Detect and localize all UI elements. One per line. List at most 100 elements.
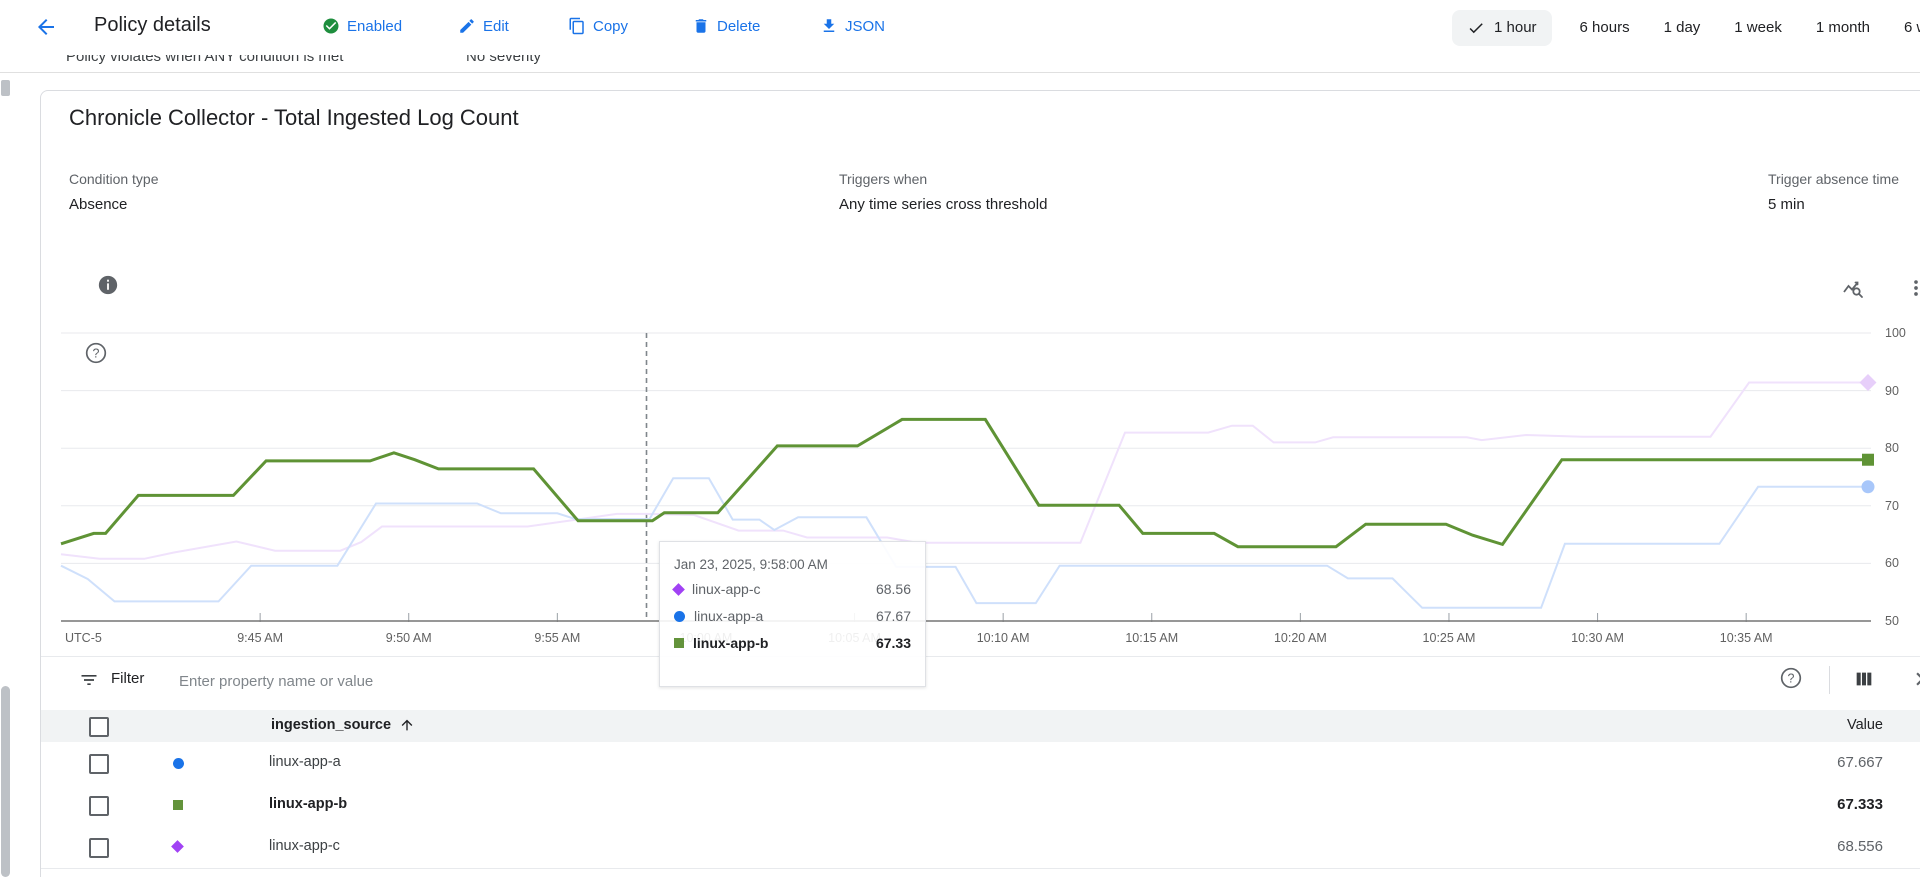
circle-marker-icon bbox=[173, 758, 184, 769]
filter-bar: Filter ? bbox=[41, 656, 1920, 703]
time-range-6-weeks[interactable]: 6 weeks bbox=[1898, 10, 1920, 45]
back-arrow-icon bbox=[38, 19, 54, 35]
table-help-icon[interactable]: ? bbox=[1779, 666, 1803, 690]
series-end-marker-linux-app-c bbox=[1859, 374, 1877, 392]
row-value: 67.667 bbox=[1837, 754, 1883, 771]
tooltip-series-name: linux-app-a bbox=[694, 608, 764, 624]
explore-chart-icon[interactable] bbox=[1841, 277, 1865, 301]
json-button[interactable]: JSON bbox=[820, 17, 885, 35]
timeseries-chart[interactable] bbox=[60, 326, 1877, 626]
status-enabled-button[interactable]: Enabled bbox=[322, 17, 402, 35]
table-row-linux-app-c[interactable]: linux-app-c 68.556 bbox=[41, 826, 1920, 869]
top-bar: Policy details Enabled Edit Copy Delete … bbox=[0, 0, 1920, 55]
page-title: Policy details bbox=[94, 14, 211, 36]
diamond-marker-icon bbox=[171, 840, 184, 853]
edit-button[interactable]: Edit bbox=[458, 17, 509, 35]
filter-icon bbox=[79, 670, 99, 695]
divider bbox=[1829, 666, 1830, 694]
delete-label: Delete bbox=[717, 17, 761, 35]
time-range-1-week[interactable]: 1 week bbox=[1728, 10, 1788, 45]
row-series-name: linux-app-b bbox=[269, 796, 348, 812]
x-tick-label: 9:45 AM bbox=[237, 631, 284, 645]
row-checkbox[interactable] bbox=[89, 754, 109, 774]
time-range-1-day[interactable]: 1 day bbox=[1658, 10, 1707, 45]
condition-title: Chronicle Collector - Total Ingested Log… bbox=[69, 105, 519, 130]
time-range-label: 6 weeks bbox=[1904, 19, 1920, 36]
tooltip-row-linux-app-a: linux-app-a 67.67 bbox=[674, 608, 911, 624]
time-range-label: 6 hours bbox=[1579, 19, 1630, 36]
x-tick-label: 10:10 AM bbox=[976, 631, 1030, 645]
table-header: ingestion_source Value bbox=[41, 710, 1920, 743]
svg-text:?: ? bbox=[1788, 671, 1795, 685]
tooltip-series-value: 67.67 bbox=[875, 608, 911, 624]
meta-condition-type: Condition type Absence bbox=[69, 171, 159, 213]
filter-input[interactable] bbox=[177, 665, 1081, 697]
trash-icon bbox=[695, 19, 707, 33]
condition-card: Chronicle Collector - Total Ingested Log… bbox=[40, 90, 1920, 877]
tooltip-row-linux-app-c: linux-app-c 68.56 bbox=[672, 581, 911, 597]
table-row-linux-app-a[interactable]: linux-app-a 67.667 bbox=[41, 742, 1920, 785]
tooltip-rows: linux-app-c 68.56 linux-app-a 67.67 linux-ap… bbox=[672, 581, 911, 651]
time-range-1-month[interactable]: 1 month bbox=[1810, 10, 1876, 45]
timezone-label: UTC-5 bbox=[65, 631, 102, 645]
y-tick-label: 70 bbox=[1885, 498, 1899, 513]
edit-pencil-icon bbox=[460, 19, 474, 33]
tooltip-series-name: linux-app-c bbox=[692, 581, 761, 597]
x-tick-label: 10:35 AM bbox=[1719, 631, 1773, 645]
time-range-bar: 1 hour 6 hours 1 day 1 week 1 month 6 weeks bbox=[1452, 0, 1920, 55]
meta-label: Condition type bbox=[69, 171, 159, 187]
copy-button[interactable]: Copy bbox=[568, 17, 628, 35]
info-icon[interactable] bbox=[97, 274, 119, 296]
series-end-marker-linux-app-a bbox=[1861, 480, 1875, 494]
x-tick-label: 10:20 AM bbox=[1273, 631, 1327, 645]
meta-trigger-absence-time: Trigger absence time 5 min bbox=[1768, 171, 1899, 213]
time-range-label: 1 week bbox=[1734, 19, 1782, 36]
time-range-6-hours[interactable]: 6 hours bbox=[1574, 10, 1636, 45]
y-tick-label: 90 bbox=[1885, 383, 1899, 398]
column-label: ingestion_source bbox=[271, 717, 392, 733]
tooltip-timestamp: Jan 23, 2025, 9:58:00 AM bbox=[674, 557, 828, 572]
time-range-1-hour[interactable]: 1 hour bbox=[1452, 9, 1552, 46]
delete-button[interactable]: Delete bbox=[692, 17, 760, 35]
meta-triggers-when: Triggers when Any time series cross thre… bbox=[839, 171, 1047, 213]
series-line-linux-app-c bbox=[60, 381, 1871, 560]
column-settings-icon[interactable] bbox=[1853, 668, 1875, 690]
y-tick-label: 60 bbox=[1885, 556, 1899, 571]
row-value: 67.333 bbox=[1837, 796, 1883, 813]
chart-tooltip: Jan 23, 2025, 9:58:00 AM linux-app-c 68.5… bbox=[659, 541, 926, 687]
more-options-icon[interactable] bbox=[1905, 277, 1920, 299]
chart-svg bbox=[60, 332, 1877, 622]
row-checkbox[interactable] bbox=[89, 796, 109, 816]
sort-ascending-icon[interactable] bbox=[399, 717, 415, 733]
row-series-name: linux-app-a bbox=[269, 754, 341, 770]
column-header-value[interactable]: Value bbox=[1847, 717, 1883, 733]
diamond-marker-icon bbox=[672, 582, 685, 596]
page: Policy details Enabled Edit Copy Delete … bbox=[0, 0, 1920, 877]
square-marker-icon bbox=[173, 800, 183, 810]
circle-marker-icon bbox=[674, 610, 685, 622]
time-range-label: 1 day bbox=[1663, 19, 1701, 36]
row-checkbox[interactable] bbox=[89, 838, 109, 858]
x-tick-label: 10:25 AM bbox=[1422, 631, 1476, 645]
back-button[interactable] bbox=[34, 15, 58, 39]
filter-label: Filter bbox=[111, 670, 145, 687]
tooltip-series-name: linux-app-b bbox=[693, 635, 769, 651]
table-row-linux-app-b[interactable]: linux-app-b 67.333 bbox=[41, 784, 1920, 827]
meta-value: Absence bbox=[69, 196, 128, 213]
edit-label: Edit bbox=[483, 17, 509, 35]
expand-panel-icon[interactable] bbox=[1907, 666, 1920, 692]
row-series-name: linux-app-c bbox=[269, 838, 340, 854]
x-tick-label: 9:55 AM bbox=[534, 631, 581, 645]
y-tick-label: 80 bbox=[1885, 441, 1899, 456]
select-all-checkbox[interactable] bbox=[89, 717, 109, 737]
check-circle-icon bbox=[323, 18, 339, 34]
tooltip-series-value: 67.33 bbox=[875, 635, 911, 651]
scrollbar-segment[interactable] bbox=[1, 80, 10, 96]
meta-value: Any time series cross threshold bbox=[839, 196, 1048, 213]
scrollbar-thumb[interactable] bbox=[1, 686, 10, 877]
meta-value: 5 min bbox=[1768, 196, 1805, 213]
x-tick-label: 9:50 AM bbox=[385, 631, 432, 645]
copy-icon bbox=[569, 17, 584, 35]
column-header-ingestion-source[interactable]: ingestion_source bbox=[271, 717, 415, 733]
row-value: 68.556 bbox=[1837, 838, 1883, 855]
